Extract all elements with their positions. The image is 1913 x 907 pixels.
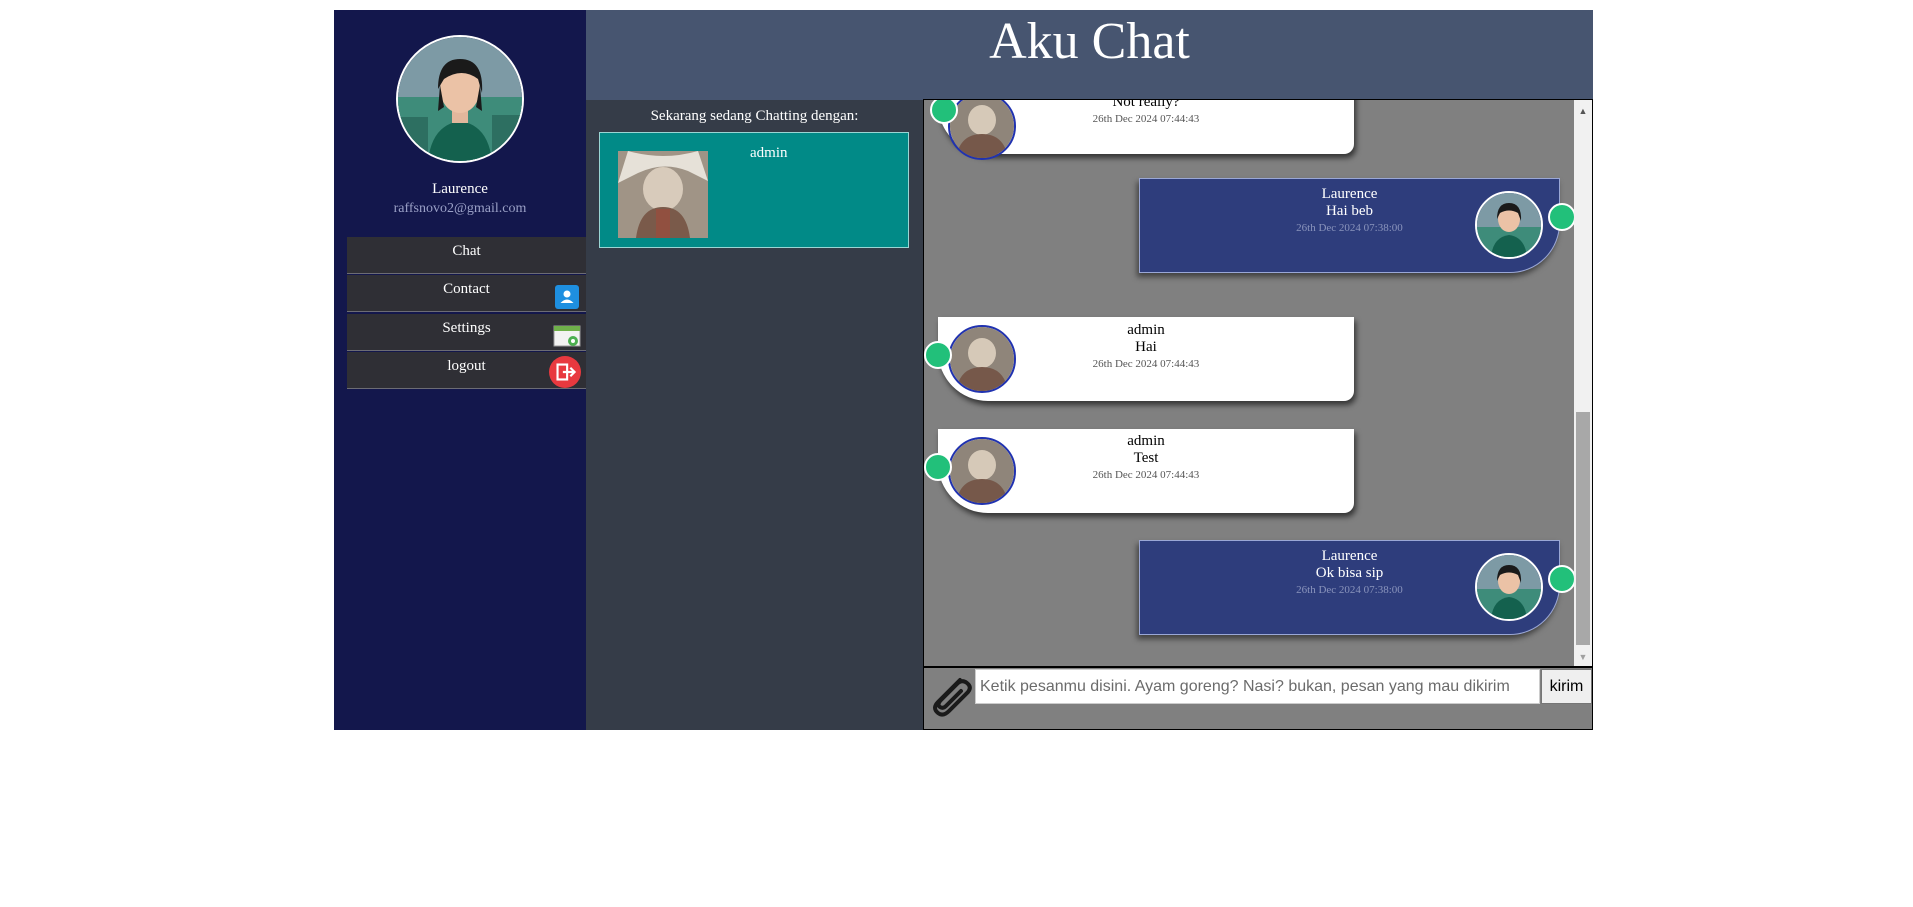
message-bubble-outgoing: Laurence Ok bisa sip 26th Dec 2024 07:38… (1139, 540, 1576, 635)
send-button[interactable]: kirim (1541, 669, 1592, 704)
sender-avatar (948, 325, 1016, 393)
message-bubble-incoming: admin Hai 26th Dec 2024 07:44:43 (924, 317, 1354, 401)
online-status-indicator (924, 453, 952, 481)
scroll-down-arrow-icon[interactable]: ▼ (1574, 652, 1592, 662)
contacts-panel: Sekarang sedang Chatting dengan: admin (586, 100, 923, 730)
chat-scrollbar[interactable]: ▲ ▼ (1574, 100, 1592, 666)
app-window: Laurence raffsnovo2@gmail.com Chat Conta… (334, 10, 1593, 730)
contact-card-admin[interactable]: admin (599, 132, 909, 248)
contact-name: admin (750, 145, 788, 161)
message-input[interactable] (975, 669, 1540, 704)
menu-item-settings[interactable]: Settings (347, 314, 586, 351)
message-composer: kirim (923, 667, 1593, 730)
logout-icon (549, 356, 581, 388)
chat-messages[interactable]: Not really? 26th Dec 2024 07:44:43 Laure… (923, 99, 1593, 667)
menu-item-contact[interactable]: Contact (347, 275, 586, 312)
scroll-up-arrow-icon[interactable]: ▲ (1574, 106, 1592, 116)
online-status-indicator (924, 341, 952, 369)
menu-item-chat[interactable]: Chat (347, 237, 586, 274)
settings-icon (553, 325, 581, 347)
online-status-indicator (1548, 203, 1576, 231)
scroll-thumb[interactable] (1576, 412, 1590, 645)
header: Aku Chat (586, 10, 1593, 100)
menu-item-label: Chat (452, 243, 481, 259)
message-bubble-incoming: admin Test 26th Dec 2024 07:44:43 (924, 429, 1354, 513)
contact-icon (555, 285, 579, 309)
profile-name: Laurence (432, 181, 488, 197)
message-bubble-outgoing: Laurence Hai beb 26th Dec 2024 07:38:00 (1139, 178, 1576, 273)
profile-avatar[interactable] (396, 35, 524, 163)
menu-item-label: Contact (443, 281, 490, 297)
profile-email: raffsnovo2@gmail.com (393, 201, 527, 216)
online-status-indicator (1548, 565, 1576, 593)
sender-avatar (948, 437, 1016, 505)
sender-avatar (1475, 553, 1543, 621)
app-title: Aku Chat (989, 13, 1190, 70)
sender-avatar (948, 100, 1016, 160)
paperclip-icon[interactable] (926, 670, 976, 720)
menu-item-logout[interactable]: logout (347, 352, 586, 389)
message-bubble-incoming: Not really? 26th Dec 2024 07:44:43 (930, 100, 1354, 160)
contact-avatar (618, 151, 708, 238)
sender-avatar (1475, 191, 1543, 259)
contacts-heading: Sekarang sedang Chatting dengan: (650, 108, 859, 124)
sidebar: Laurence raffsnovo2@gmail.com Chat Conta… (334, 10, 586, 730)
